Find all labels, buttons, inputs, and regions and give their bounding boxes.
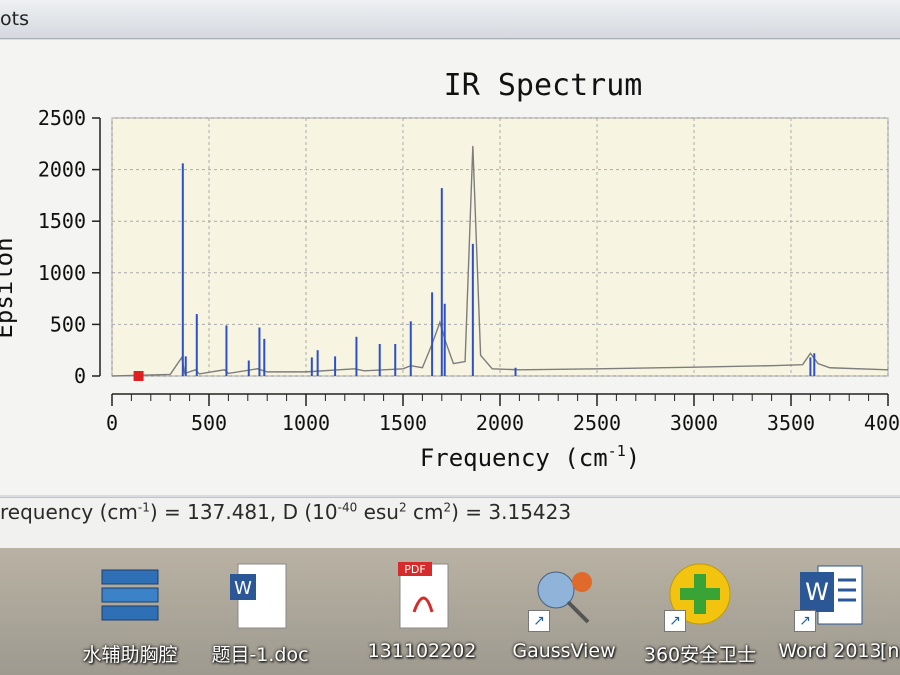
gaussview-icon: ↗ bbox=[528, 560, 600, 632]
desktop-icon-word-doc[interactable]: W 题目-1.doc bbox=[190, 560, 330, 675]
x-tick-label: 3500 bbox=[767, 411, 815, 435]
window-title: ots bbox=[0, 8, 29, 30]
desktop-icons-strip: 水辅助胸腔 W 题目-1.doc PDF 131102202 ↗ GaussVi… bbox=[0, 548, 900, 675]
svg-text:W: W bbox=[234, 578, 252, 599]
status-bar: requency (cm-1) = 137.481, D (10-40 esu2… bbox=[0, 497, 900, 548]
word-2013-icon: W ↗ bbox=[794, 560, 866, 632]
status-prefix: requency (cm bbox=[0, 500, 138, 524]
y-tick-label: 1000 bbox=[38, 261, 86, 285]
status-exp3: 2 bbox=[398, 500, 407, 515]
status-exp4: 2 bbox=[443, 500, 452, 515]
pdf-icon: PDF bbox=[386, 560, 458, 632]
ir-spectrum-chart: 0 500 1000 1500 2000 2500 0 500 1000 1500 2000 2500… bbox=[0, 68, 900, 472]
x-tick-label: 0 bbox=[106, 411, 118, 435]
y-tick-label: 2000 bbox=[38, 158, 86, 182]
selected-peak-marker[interactable] bbox=[133, 371, 144, 381]
status-exp2: -40 bbox=[337, 500, 358, 515]
x-axis-label: Frequency (cm-1) bbox=[420, 442, 640, 472]
partial-icon bbox=[880, 560, 900, 632]
desktop-icon-pdf[interactable]: PDF 131102202 bbox=[352, 560, 492, 675]
status-exp1: -1 bbox=[137, 500, 150, 515]
status-mid3: cm bbox=[406, 500, 444, 524]
desktop-icon-label: 水辅助胸腔 bbox=[82, 644, 178, 666]
desktop-icon-label: 360安全卫士 bbox=[643, 644, 757, 666]
shortcut-arrow-icon: ↗ bbox=[528, 610, 550, 632]
x-tick-label: 500 bbox=[191, 411, 227, 435]
x-tick-label: 2000 bbox=[476, 411, 524, 435]
status-mid: ) = 137.481, D (10 bbox=[149, 500, 338, 524]
y-axis-label: Epsilon bbox=[0, 237, 18, 338]
desktop-icon-label: 题目-1.doc bbox=[211, 644, 309, 666]
chart-title: IR Spectrum bbox=[444, 68, 643, 103]
y-tick-label: 500 bbox=[50, 312, 86, 336]
desktop-icon-label: Word 2013 bbox=[778, 640, 882, 662]
x-tick-label: 2500 bbox=[573, 411, 621, 435]
status-readout: requency (cm-1) = 137.481, D (10-40 esu2… bbox=[0, 500, 571, 524]
desktop-icon-word-2013[interactable]: W ↗ Word 2013 bbox=[760, 560, 900, 675]
desktop-icon-label: GaussView bbox=[512, 640, 616, 662]
plot-area: 0 500 1000 1500 2000 2500 0 500 1000 1500 2000 2500… bbox=[0, 40, 900, 495]
desktop-icon-label: 131102202 bbox=[367, 640, 477, 662]
status-suffix: ) = 3.15423 bbox=[451, 500, 572, 524]
desktop-icon-database[interactable]: 水辅助胸腔 bbox=[60, 560, 200, 675]
x-tick-label: 1500 bbox=[379, 411, 427, 435]
desktop-icon-gaussview[interactable]: ↗ GaussView bbox=[494, 560, 634, 675]
y-tick-label: 2500 bbox=[38, 106, 86, 130]
pdf-badge: PDF bbox=[404, 563, 425, 576]
x-axis-label-exp: -1 bbox=[608, 442, 626, 460]
y-tick-label: 0 bbox=[74, 364, 86, 388]
shortcut-arrow-icon: ↗ bbox=[794, 610, 816, 632]
svg-text:W: W bbox=[805, 578, 829, 606]
status-mid2: esu bbox=[357, 500, 399, 524]
x-axis-label-unit: cm bbox=[579, 444, 608, 472]
database-icon bbox=[94, 560, 166, 632]
x-tick-label: 3000 bbox=[670, 411, 718, 435]
desktop-icon-partial[interactable]: [n bbox=[880, 560, 900, 675]
x-axis-label-text: Frequency bbox=[420, 444, 550, 472]
desktop-icon-360[interactable]: ↗ 360安全卫士 bbox=[630, 560, 770, 675]
y-tick-label: 1500 bbox=[38, 209, 86, 233]
360-safe-icon: ↗ bbox=[664, 560, 736, 632]
x-tick-label: 4000 bbox=[864, 411, 900, 435]
desktop-icon-label: [n bbox=[880, 640, 900, 662]
window-titlebar: ots bbox=[0, 0, 900, 39]
x-tick-label: 1000 bbox=[282, 411, 330, 435]
shortcut-arrow-icon: ↗ bbox=[664, 610, 686, 632]
word-doc-icon: W bbox=[224, 560, 296, 632]
